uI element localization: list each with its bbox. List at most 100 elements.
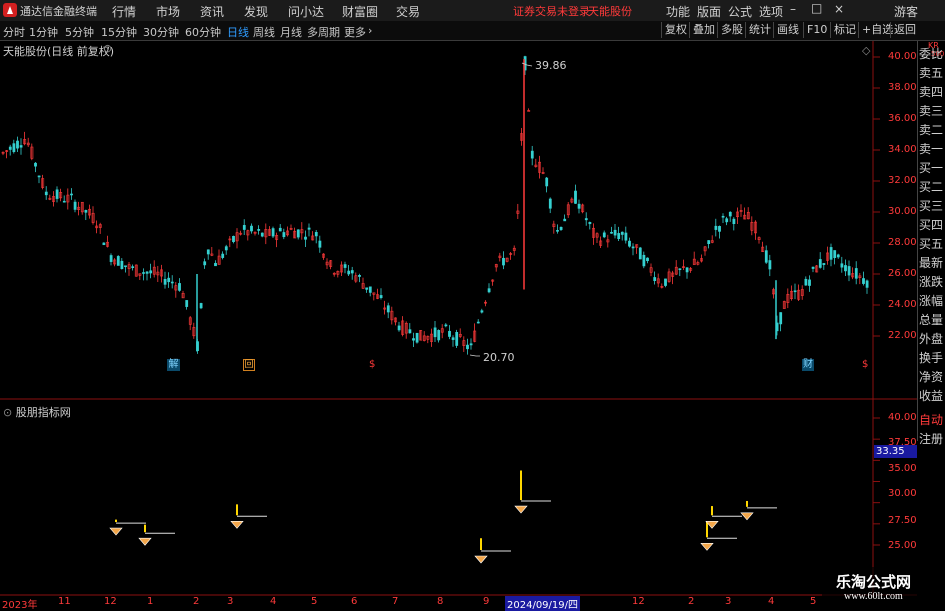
- toolbar-overlay[interactable]: 叠加: [689, 22, 718, 38]
- candle-body: [721, 215, 725, 218]
- minimize-icon[interactable]: –: [790, 2, 796, 16]
- toolbar-multi-stock[interactable]: 多股: [717, 22, 746, 38]
- candle-body: [214, 262, 217, 267]
- candle-body: [318, 240, 322, 248]
- broker-login-status[interactable]: 证券交易未登录: [513, 3, 590, 19]
- candle-body: [206, 249, 210, 255]
- field-earnings[interactable]: 收益: [919, 388, 943, 404]
- field-buy4[interactable]: 买四: [919, 217, 943, 233]
- candle-body: [574, 190, 577, 204]
- field-buy2[interactable]: 买二: [919, 179, 943, 195]
- candle-body: [170, 281, 174, 284]
- watermark-url: www.60lt.com: [844, 591, 903, 602]
- candle-body: [257, 229, 261, 231]
- field-sell5[interactable]: 卖五: [919, 65, 943, 81]
- candle-body: [476, 321, 480, 324]
- toolbar-statistics[interactable]: 统计: [745, 22, 774, 38]
- x-tick-label: 1: [147, 596, 154, 607]
- candle-body: [178, 283, 181, 291]
- field-turnover[interactable]: 换手: [919, 350, 943, 366]
- field-change-pct[interactable]: 涨幅: [919, 293, 943, 309]
- indicator-title-text: 股朋指标网: [15, 406, 71, 419]
- field-sell2[interactable]: 卖二: [919, 122, 943, 138]
- candle-body: [804, 278, 808, 286]
- low-price-label: 20.70: [483, 351, 515, 364]
- period-tab-multi[interactable]: 多周期: [307, 24, 340, 40]
- period-tab-30min[interactable]: 30分钟: [143, 24, 179, 40]
- field-sell1[interactable]: 卖一: [919, 141, 943, 157]
- low-pointer-icon: [469, 354, 480, 357]
- candle-body: [818, 259, 822, 268]
- candle-body: [768, 260, 772, 270]
- period-tab-daily[interactable]: 日线: [227, 24, 249, 40]
- candle-body: [163, 278, 167, 285]
- candle-body: [203, 261, 207, 266]
- candle-body: [610, 231, 613, 234]
- indicator-settings-icon[interactable]: ⊙: [3, 406, 12, 419]
- field-change[interactable]: 涨跌: [919, 274, 943, 290]
- menu-quotes[interactable]: 行情: [112, 3, 136, 20]
- field-weibi[interactable]: 委比: [919, 46, 943, 62]
- toolbar-mark[interactable]: 标记: [830, 22, 859, 38]
- candle-body: [62, 200, 66, 203]
- marker-dividend-2[interactable]: $: [862, 359, 868, 370]
- field-sell3[interactable]: 卖三: [919, 103, 943, 119]
- candle-body: [613, 229, 617, 236]
- marker-buyback[interactable]: 回: [243, 359, 255, 371]
- marker-financial[interactable]: 财: [802, 359, 814, 371]
- period-tab-intraday[interactable]: 分时: [3, 24, 25, 40]
- candle-body: [685, 267, 689, 273]
- chevron-right-icon[interactable]: ›: [368, 24, 372, 37]
- menu-layout[interactable]: 版面: [697, 3, 721, 20]
- menu-wealth[interactable]: 财富圈: [342, 3, 378, 20]
- app-logo-icon: [3, 3, 17, 17]
- field-volume[interactable]: 总量: [919, 312, 943, 328]
- indicator-current-value: 33.35: [874, 445, 917, 458]
- period-tab-monthly[interactable]: 月线: [280, 24, 302, 40]
- menu-news[interactable]: 资讯: [200, 3, 224, 20]
- chart-settings-icon[interactable]: ⊙: [103, 42, 112, 55]
- chart-canvas[interactable]: [0, 41, 917, 596]
- toolbar-draw[interactable]: 画线: [773, 22, 802, 38]
- guest-user[interactable]: 游客: [894, 3, 918, 20]
- field-sell4[interactable]: 卖四: [919, 84, 943, 100]
- menu-formula[interactable]: 公式: [728, 3, 752, 20]
- field-latest[interactable]: 最新: [919, 255, 943, 271]
- register-button[interactable]: 注册: [919, 431, 943, 447]
- marker-dividend-1[interactable]: $: [369, 359, 375, 370]
- candle-body: [455, 332, 459, 346]
- menu-discover[interactable]: 发现: [244, 3, 268, 20]
- period-bar: 分时 1分钟 5分钟 15分钟 30分钟 60分钟 日线 周线 月线 多周期 更…: [0, 21, 945, 41]
- diamond-signal-icon: [474, 555, 488, 564]
- menu-market[interactable]: 市场: [156, 3, 180, 20]
- period-tab-1min[interactable]: 1分钟: [29, 24, 58, 40]
- toolbar-back[interactable]: 返回: [890, 22, 919, 38]
- menu-ask[interactable]: 问小达: [288, 3, 324, 20]
- ind-y-tick-label: 40.00: [888, 412, 917, 423]
- field-net-assets[interactable]: 净资: [919, 369, 943, 385]
- y-tick-label: 26.00: [888, 268, 917, 279]
- field-outside[interactable]: 外盘: [919, 331, 943, 347]
- menu-function[interactable]: 功能: [666, 3, 690, 20]
- candle-body: [620, 231, 624, 235]
- maximize-icon[interactable]: □: [811, 1, 822, 15]
- period-tab-60min[interactable]: 60分钟: [185, 24, 221, 40]
- field-buy1[interactable]: 买一: [919, 160, 943, 176]
- field-buy5[interactable]: 买五: [919, 236, 943, 252]
- auto-button[interactable]: 自动: [919, 412, 943, 428]
- period-tab-15min[interactable]: 15分钟: [101, 24, 137, 40]
- x-tick-label: 7: [392, 596, 399, 607]
- y-tick-label: 40.00: [888, 51, 917, 62]
- period-tab-5min[interactable]: 5分钟: [65, 24, 94, 40]
- menu-options[interactable]: 选项: [759, 3, 783, 20]
- candle-body: [793, 290, 797, 293]
- toolbar-f10[interactable]: F10: [803, 22, 830, 38]
- toolbar-adjust[interactable]: 复权: [661, 22, 690, 38]
- diamond-marker-icon[interactable]: ◇: [862, 44, 870, 57]
- marker-unlock[interactable]: 解: [167, 359, 180, 371]
- period-tab-more[interactable]: 更多: [344, 24, 366, 40]
- field-buy3[interactable]: 买三: [919, 198, 943, 214]
- period-tab-weekly[interactable]: 周线: [253, 24, 275, 40]
- menu-trade[interactable]: 交易: [396, 3, 420, 20]
- close-icon[interactable]: ×: [834, 2, 844, 16]
